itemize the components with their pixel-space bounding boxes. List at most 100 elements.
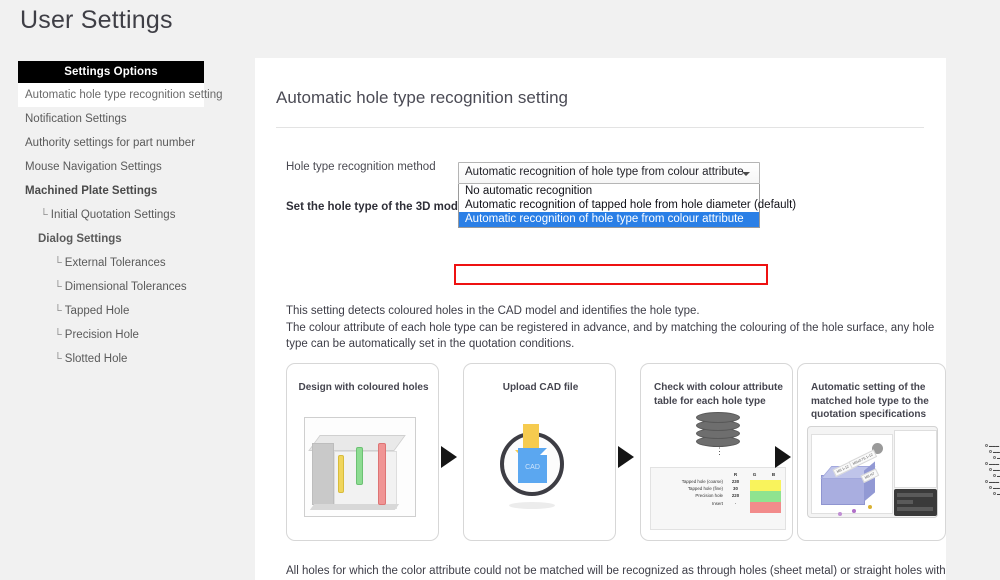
sidebar-item-label: Machined Plate Settings: [25, 185, 158, 197]
sidebar-header: Settings Options: [18, 61, 204, 83]
3d-part-model: [821, 475, 872, 516]
selection-highlight-box: [454, 264, 768, 285]
sidebar-item-4[interactable]: Machined Plate Settings: [18, 179, 204, 203]
swatch-green: [750, 491, 781, 502]
flow-card-title: Check with colour attribute table for ea…: [654, 382, 783, 407]
tree-node-4: ▬▬▬: [989, 468, 1000, 472]
user-settings-page: User Settings Settings Options Automatic…: [0, 0, 1000, 580]
sidebar-item-label: Initial Quotation Settings: [50, 209, 176, 221]
sidebar-item-label: Slotted Hole: [64, 353, 128, 365]
properties-panel: [894, 489, 937, 516]
flow-card-colour-table: Check with colour attribute table for ea…: [640, 363, 793, 541]
sidebar-item-label: Automatic hole type recognition setting: [25, 89, 223, 101]
swatch-red: [750, 502, 781, 513]
description-line-2: The colour attribute of each hole type c…: [286, 321, 935, 351]
sidebar-item-1[interactable]: Notification Settings: [18, 107, 204, 131]
row-label: Precision hole: [695, 493, 723, 499]
upload-illustration: CAD: [497, 424, 585, 516]
flow-card-title: Automatic setting of the matched hole ty…: [811, 382, 929, 420]
row-label: Tapped hole (fine): [687, 486, 723, 492]
sidebar-item-label: Mouse Navigation Settings: [25, 161, 162, 173]
colour-swatches: [750, 480, 781, 513]
tree-node-1: ▬▬▬: [989, 450, 1000, 454]
green-hole-icon: [356, 447, 363, 485]
dropdown-option-2[interactable]: Automatic recognition of hole type from …: [459, 212, 759, 227]
sidebar-item-label: Tapped Hole: [64, 305, 130, 317]
sidebar-item-label: Dimensional Tolerances: [64, 281, 187, 293]
sidebar-item-7[interactable]: └ External Tolerances: [18, 251, 204, 275]
swatch-yellow: [750, 480, 781, 491]
footer-line-1: All holes for which the color attribute …: [286, 565, 946, 577]
sidebar-item-3[interactable]: Mouse Navigation Settings: [18, 155, 204, 179]
sidebar-item-10[interactable]: └ Precision Hole: [18, 323, 204, 347]
colour-attribute-table: RGBTapped hole (coarse)2302300Tapped hol…: [650, 467, 786, 530]
tree-node-0: ▬▬▬: [985, 444, 999, 448]
red-hole-icon: [378, 443, 386, 505]
row-label: Insert: [712, 500, 723, 506]
cell-value: 230: [731, 479, 740, 485]
table-header-row: RGB: [653, 471, 783, 478]
download-arrow-icon: [515, 424, 547, 467]
cell-value: ·: [734, 500, 737, 506]
sidebar-item-6[interactable]: Dialog Settings: [18, 227, 204, 251]
description-line-1: This setting detects coloured holes in t…: [286, 305, 700, 317]
flow-arrow-icon: [775, 446, 791, 468]
select-value-text: Automatic recognition of hole type from …: [465, 166, 744, 178]
shadow-ellipse: [509, 502, 555, 509]
hole-type-method-label: Hole type recognition method: [286, 161, 436, 173]
sidebar-item-11[interactable]: └ Slotted Hole: [18, 347, 204, 371]
sidebar-item-9[interactable]: └ Tapped Hole: [18, 299, 204, 323]
cad-file-icon: CAD: [518, 448, 547, 483]
footer-paragraph: All holes for which the color attribute …: [286, 563, 946, 580]
tree-elbow-icon: └: [54, 353, 62, 365]
page-heading: Automatic hole type recognition setting: [276, 88, 569, 107]
database-icon: [696, 412, 740, 447]
description-paragraph: This setting detects coloured holes in t…: [286, 303, 946, 353]
sidebar-item-label: Dialog Settings: [38, 233, 122, 245]
flow-card-auto-setting: Automatic setting of the matched hole ty…: [797, 363, 1000, 541]
flow-arrow-icon: [441, 446, 457, 468]
page-title: User Settings: [20, 6, 173, 34]
tree-node-8: ▬▬▬: [993, 492, 1000, 496]
flow-card-title: Upload CAD file: [502, 382, 579, 393]
process-flow-diagram: Design with coloured holes Upload CAD fi…: [286, 363, 1000, 541]
dropdown-option-1[interactable]: Automatic recognition of tapped hole fro…: [459, 198, 796, 212]
cell-value: 30: [733, 486, 738, 492]
chevron-down-icon: [742, 172, 750, 176]
hole-type-method-dropdown[interactable]: No automatic recognition Automatic recogn…: [458, 184, 796, 228]
flow-arrow-icon: [618, 446, 634, 468]
dropdown-option-0[interactable]: No automatic recognition: [459, 184, 759, 198]
model-tree-panel: ▬▬▬ ▬▬▬ ▬▬▬ ▬▬▬ ▬▬▬ ▬▬▬ ▬▬▬ ▬▬▬ ▬▬▬: [894, 430, 1000, 496]
tree-node-5: ▬▬▬: [993, 474, 1000, 478]
row-label: Tapped hole (coarse): [681, 479, 723, 485]
cell-value: 220: [731, 493, 740, 499]
coloured-holes-illustration: [304, 417, 423, 521]
tree-elbow-icon: └: [54, 305, 62, 317]
settings-sidebar: Settings Options Automatic hole type rec…: [18, 61, 223, 371]
sidebar-item-2[interactable]: Authority settings for part number: [18, 131, 204, 155]
sidebar-item-label: External Tolerances: [64, 257, 166, 269]
sidebar-item-8[interactable]: └ Dimensional Tolerances: [18, 275, 204, 299]
tree-elbow-icon: └: [54, 329, 62, 341]
tree-node-7: ▬▬▬: [989, 486, 1000, 490]
hole-type-method-select[interactable]: Automatic recognition of hole type from …: [458, 162, 760, 184]
column-header: R: [733, 472, 738, 477]
tree-elbow-icon: └: [54, 257, 62, 269]
sidebar-item-label: Authority settings for part number: [25, 137, 196, 149]
flow-card-design: Design with coloured holes: [286, 363, 439, 541]
tree-node-3: ▬▬▬: [985, 462, 999, 466]
tree-node-2: ▬▬▬: [993, 456, 1000, 460]
tree-elbow-icon: └: [40, 209, 48, 221]
column-header: G: [752, 472, 757, 477]
yellow-hole-icon: [338, 455, 344, 493]
main-content-panel: Automatic hole type recognition setting …: [255, 58, 1000, 580]
tree-elbow-icon: └: [54, 281, 62, 293]
column-header: B: [771, 472, 776, 477]
sidebar-item-label: Precision Hole: [64, 329, 139, 341]
sidebar-item-0[interactable]: Automatic hole type recognition setting: [18, 83, 223, 107]
flow-card-upload: Upload CAD file CAD: [463, 363, 616, 541]
flow-card-title: Design with coloured holes: [298, 382, 429, 393]
vertical-ellipsis-icon: ⋮: [715, 446, 724, 456]
sidebar-item-5[interactable]: └ Initial Quotation Settings: [18, 203, 204, 227]
heading-divider: [276, 127, 924, 128]
